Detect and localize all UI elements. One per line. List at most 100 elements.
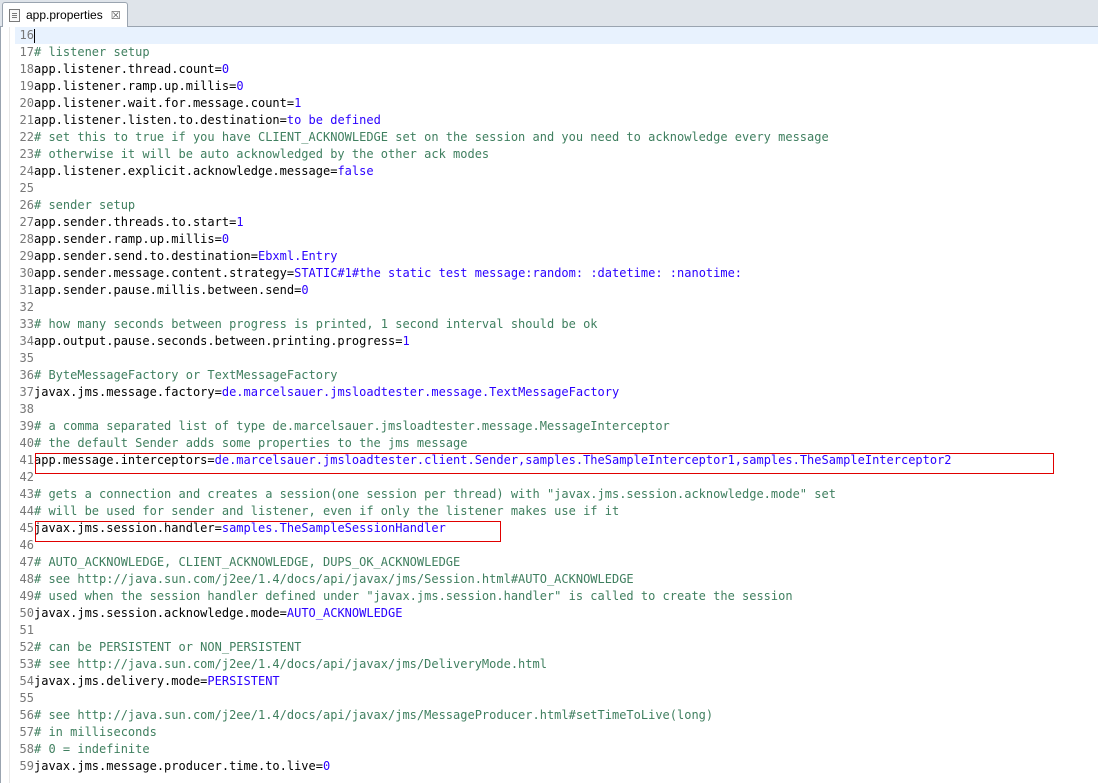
code-line[interactable]: 51 bbox=[15, 622, 1098, 639]
code-line[interactable]: 46 bbox=[15, 537, 1098, 554]
tab-bar: app.properties ☒ bbox=[0, 0, 1098, 27]
editor-window: app.properties ☒ 16 17# listener setup 18a… bbox=[0, 0, 1098, 783]
code-line[interactable]: 38 bbox=[15, 401, 1098, 418]
line-number: 22 bbox=[19, 130, 34, 144]
code-line[interactable]: 25 bbox=[15, 180, 1098, 197]
comment-text: # sender setup bbox=[34, 198, 136, 212]
code-line[interactable]: 57# in milliseconds bbox=[15, 724, 1098, 741]
code-line[interactable]: 16 bbox=[15, 27, 1098, 44]
assignment-sign: = bbox=[214, 385, 222, 399]
close-icon[interactable]: ☒ bbox=[111, 10, 121, 21]
tab-app-properties[interactable]: app.properties ☒ bbox=[2, 2, 128, 27]
line-number: 48 bbox=[19, 572, 34, 586]
line-number: 34 bbox=[19, 334, 34, 348]
code-line[interactable]: 48# see http://java.sun.com/j2ee/1.4/doc… bbox=[15, 571, 1098, 588]
property-value: de.marcelsauer.jmsloadtester.client.Send… bbox=[214, 453, 952, 467]
code-line[interactable]: 59javax.jms.message.producer.time.to.liv… bbox=[15, 758, 1098, 775]
comment-text: # gets a connection and creates a sessio… bbox=[34, 487, 836, 501]
line-number: 32 bbox=[19, 300, 34, 314]
code-line[interactable]: 53# see http://java.sun.com/j2ee/1.4/doc… bbox=[15, 656, 1098, 673]
assignment-sign: = bbox=[214, 521, 222, 535]
assignment-sign: = bbox=[207, 453, 215, 467]
code-line[interactable]: 34app.output.pause.seconds.between.print… bbox=[15, 333, 1098, 350]
annotation-ruler bbox=[1, 27, 10, 783]
code-line[interactable]: 24app.listener.explicit.acknowledge.mess… bbox=[15, 163, 1098, 180]
code-line[interactable]: 50javax.jms.session.acknowledge.mode=AUT… bbox=[15, 605, 1098, 622]
code-line[interactable]: 41app.message.interceptors=de.marcelsaue… bbox=[15, 452, 1098, 469]
assignment-sign: = bbox=[250, 249, 258, 263]
line-number: 44 bbox=[19, 504, 34, 518]
property-key: javax.jms.session.handler bbox=[34, 521, 215, 535]
line-number: 23 bbox=[19, 147, 34, 161]
property-value: 1 bbox=[402, 334, 410, 348]
property-value: 1 bbox=[236, 215, 244, 229]
code-line[interactable]: 58# 0 = indefinite bbox=[15, 741, 1098, 758]
property-value: 0 bbox=[221, 232, 230, 246]
property-value: to be defined bbox=[286, 113, 381, 127]
property-key: app.listener.ramp.up.millis bbox=[34, 79, 230, 93]
line-number: 24 bbox=[19, 164, 34, 178]
code-line[interactable]: 21app.listener.listen.to.destination=to … bbox=[15, 112, 1098, 129]
code-line[interactable]: 33# how many seconds between progress is… bbox=[15, 316, 1098, 333]
line-number: 54 bbox=[19, 674, 34, 688]
code-line[interactable]: 40# the default Sender adds some propert… bbox=[15, 435, 1098, 452]
line-number: 57 bbox=[19, 725, 34, 739]
line-number: 55 bbox=[19, 691, 34, 705]
property-key: app.listener.thread.count bbox=[34, 62, 215, 76]
code-line[interactable]: 55 bbox=[15, 690, 1098, 707]
code-line[interactable]: 26# sender setup bbox=[15, 197, 1098, 214]
comment-text: # can be PERSISTENT or NON_PERSISTENT bbox=[34, 640, 302, 654]
code-line[interactable]: 31app.sender.pause.millis.between.send=0 bbox=[15, 282, 1098, 299]
code-line[interactable]: 47# AUTO_ACKNOWLEDGE, CLIENT_ACKNOWLEDGE… bbox=[15, 554, 1098, 571]
property-key: javax.jms.message.producer.time.to.live bbox=[34, 759, 316, 773]
comment-text: # a comma separated list of type de.marc… bbox=[34, 419, 670, 433]
code-line[interactable]: 54javax.jms.delivery.mode=PERSISTENT bbox=[15, 673, 1098, 690]
line-number: 39 bbox=[19, 419, 34, 433]
property-key: app.listener.listen.to.destination bbox=[34, 113, 280, 127]
code-line[interactable]: 22# set this to true if you have CLIENT_… bbox=[15, 129, 1098, 146]
code-line[interactable]: 52# can be PERSISTENT or NON_PERSISTENT bbox=[15, 639, 1098, 656]
line-number: 31 bbox=[19, 283, 34, 297]
code-line[interactable]: 56# see http://java.sun.com/j2ee/1.4/doc… bbox=[15, 707, 1098, 724]
code-line[interactable]: 29app.sender.send.to.destination=Ebxml.E… bbox=[15, 248, 1098, 265]
code-line[interactable]: 30app.sender.message.content.strategy=ST… bbox=[15, 265, 1098, 282]
code-lines[interactable]: 16 17# listener setup 18app.listener.threa… bbox=[15, 27, 1098, 775]
code-line[interactable]: 28app.sender.ramp.up.millis=0 bbox=[15, 231, 1098, 248]
line-number: 49 bbox=[19, 589, 34, 603]
text-cursor bbox=[34, 28, 35, 43]
code-line[interactable]: 45javax.jms.session.handler=samples.TheS… bbox=[15, 520, 1098, 537]
code-line[interactable]: 49# used when the session handler define… bbox=[15, 588, 1098, 605]
line-number: 59 bbox=[19, 759, 34, 773]
code-line[interactable]: 43# gets a connection and creates a sess… bbox=[15, 486, 1098, 503]
line-number: 25 bbox=[19, 181, 34, 195]
line-number: 26 bbox=[19, 198, 34, 212]
code-line[interactable]: 42 bbox=[15, 469, 1098, 486]
line-number: 17 bbox=[19, 45, 34, 59]
code-line[interactable]: 19app.listener.ramp.up.millis=0 bbox=[15, 78, 1098, 95]
comment-text: # in milliseconds bbox=[34, 725, 157, 739]
comment-text: # ByteMessageFactory or TextMessageFacto… bbox=[34, 368, 338, 382]
code-line[interactable]: 39# a comma separated list of type de.ma… bbox=[15, 418, 1098, 435]
line-number: 58 bbox=[19, 742, 34, 756]
property-value: de.marcelsauer.jmsloadtester.message.Tex… bbox=[221, 385, 620, 399]
code-line[interactable]: 44# will be used for sender and listener… bbox=[15, 503, 1098, 520]
comment-text: # see http://java.sun.com/j2ee/1.4/docs/… bbox=[34, 657, 547, 671]
assignment-sign: = bbox=[214, 62, 222, 76]
code-line[interactable]: 18app.listener.thread.count=0 bbox=[15, 61, 1098, 78]
code-line[interactable]: 17# listener setup bbox=[15, 44, 1098, 61]
code-line[interactable]: 36# ByteMessageFactory or TextMessageFac… bbox=[15, 367, 1098, 384]
comment-text: # the default Sender adds some propertie… bbox=[34, 436, 468, 450]
property-value: Ebxml.Entry bbox=[257, 249, 338, 263]
text-editor[interactable]: 16 17# listener setup 18app.listener.threa… bbox=[0, 27, 1098, 783]
code-line[interactable]: 20app.listener.wait.for.message.count=1 bbox=[15, 95, 1098, 112]
code-line[interactable]: 37javax.jms.message.factory=de.marcelsau… bbox=[15, 384, 1098, 401]
property-value: PERSISTENT bbox=[207, 674, 280, 688]
property-value: 0 bbox=[221, 62, 230, 76]
property-key: app.sender.threads.to.start bbox=[34, 215, 230, 229]
line-number: 30 bbox=[19, 266, 34, 280]
code-line[interactable]: 23# otherwise it will be auto acknowledg… bbox=[15, 146, 1098, 163]
property-value: 0 bbox=[236, 79, 244, 93]
code-line[interactable]: 32 bbox=[15, 299, 1098, 316]
code-line[interactable]: 35 bbox=[15, 350, 1098, 367]
code-line[interactable]: 27app.sender.threads.to.start=1 bbox=[15, 214, 1098, 231]
